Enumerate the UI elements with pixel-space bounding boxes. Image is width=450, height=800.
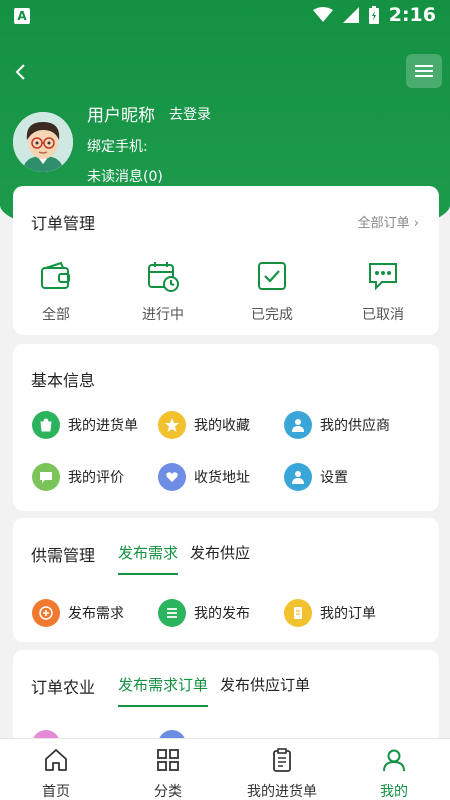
bottom-navigation: 首页 分类 我的进货单 我的 <box>0 738 450 800</box>
order-completed-label: 已完成 <box>251 307 293 323</box>
active-tab-indicator <box>118 705 208 707</box>
order-management-title: 订单管理 <box>31 214 96 233</box>
shipping-address-label: 收货地址 <box>194 470 250 486</box>
heart-hand-icon <box>158 463 186 491</box>
supply-demand-title: 供需管理 <box>31 546 96 565</box>
bag-icon <box>32 411 60 439</box>
my-reviews-label: 我的评价 <box>68 470 124 486</box>
nav-purchase-list-label: 我的进货单 <box>247 784 317 800</box>
comment-icon <box>32 463 60 491</box>
status-bar: A 2:16 <box>0 0 450 32</box>
my-reviews[interactable]: 我的评价 <box>32 463 124 491</box>
doc-icon <box>284 599 312 627</box>
my-suppliers[interactable]: 我的供应商 <box>284 411 390 439</box>
home-icon <box>45 749 67 771</box>
order-in-progress[interactable]: 进行中 <box>123 260 203 324</box>
settings[interactable]: 设置 <box>284 463 348 491</box>
my-posts-label: 我的发布 <box>194 606 250 622</box>
order-management-card: 订单管理 全部订单 › 全部 进行中 已完成 已取消 <box>13 186 439 335</box>
my-orders-label: 我的订单 <box>320 606 376 622</box>
wifi-icon <box>312 7 333 22</box>
app-notification-icon: A <box>14 8 30 24</box>
nav-category-label: 分类 <box>154 784 182 800</box>
battery-icon <box>368 6 379 24</box>
my-posts[interactable]: 我的发布 <box>158 599 250 627</box>
person-icon <box>284 463 312 491</box>
nav-category[interactable]: 分类 <box>113 739 223 800</box>
menu-button[interactable] <box>406 54 442 88</box>
my-favorites[interactable]: 我的收藏 <box>158 411 250 439</box>
user-icon <box>383 749 405 772</box>
supply-demand-card: 供需管理 发布需求 发布供应 发布需求 我的发布 我的订单 <box>13 518 439 642</box>
my-purchase-list-label: 我的进货单 <box>68 418 138 434</box>
shipping-address[interactable]: 收货地址 <box>158 463 250 491</box>
nav-home-label: 首页 <box>42 784 70 800</box>
my-orders[interactable]: 我的订单 <box>284 599 376 627</box>
bind-phone-label: 绑定手机: <box>87 139 148 155</box>
publish-demand-label: 发布需求 <box>68 606 124 622</box>
basic-info-title: 基本信息 <box>31 371 96 390</box>
tab-publish-supply-order[interactable]: 发布供应订单 <box>220 674 310 695</box>
nav-purchase-list[interactable]: 我的进货单 <box>227 739 337 800</box>
clock: 2:16 <box>388 4 436 26</box>
chat-dots-icon <box>369 263 397 291</box>
publish-demand-button[interactable]: 发布需求 <box>32 599 124 627</box>
grid-icon <box>157 749 179 771</box>
order-in-progress-label: 进行中 <box>142 307 184 323</box>
my-suppliers-label: 我的供应商 <box>320 418 390 434</box>
settings-label: 设置 <box>320 470 348 486</box>
wallet-icon <box>41 261 70 289</box>
unread-messages[interactable]: 未读消息(0) <box>87 166 163 186</box>
my-purchase-list[interactable]: 我的进货单 <box>32 411 138 439</box>
avatar[interactable] <box>13 112 73 172</box>
nav-mine-label: 我的 <box>380 784 408 800</box>
order-agriculture-title: 订单农业 <box>31 678 96 697</box>
tab-publish-demand[interactable]: 发布需求 <box>118 542 178 563</box>
all-orders-label: 全部订单 <box>357 216 410 231</box>
nav-home[interactable]: 首页 <box>1 739 111 800</box>
all-orders-link[interactable]: 全部订单 › <box>358 212 419 231</box>
tab-publish-supply[interactable]: 发布供应 <box>190 542 250 563</box>
order-all[interactable]: 全部 <box>16 260 96 324</box>
order-completed[interactable]: 已完成 <box>232 260 312 324</box>
plus-icon <box>32 599 60 627</box>
chevron-right-icon: › <box>413 216 419 231</box>
basic-info-card: 基本信息 我的进货单 我的收藏 我的供应商 我的评价 收货地址 设置 <box>13 344 439 511</box>
star-icon <box>158 411 186 439</box>
order-cancelled-label: 已取消 <box>362 307 404 323</box>
order-cancelled[interactable]: 已取消 <box>343 260 423 324</box>
active-tab-indicator <box>118 573 178 575</box>
check-square-icon <box>258 262 286 290</box>
person-icon <box>284 411 312 439</box>
calendar-clock-icon <box>148 262 179 292</box>
tab-publish-demand-order[interactable]: 发布需求订单 <box>118 674 208 695</box>
nav-mine[interactable]: 我的 <box>339 739 449 800</box>
clipboard-icon <box>273 748 291 772</box>
cartoon-avatar-icon <box>13 112 73 172</box>
signal-icon <box>342 7 359 23</box>
login-link[interactable]: 去登录 <box>169 104 211 124</box>
user-nickname: 用户昵称 <box>87 106 155 126</box>
back-arrow-icon[interactable] <box>10 58 34 86</box>
list-icon <box>158 599 186 627</box>
my-favorites-label: 我的收藏 <box>194 418 250 434</box>
order-all-label: 全部 <box>42 307 70 323</box>
